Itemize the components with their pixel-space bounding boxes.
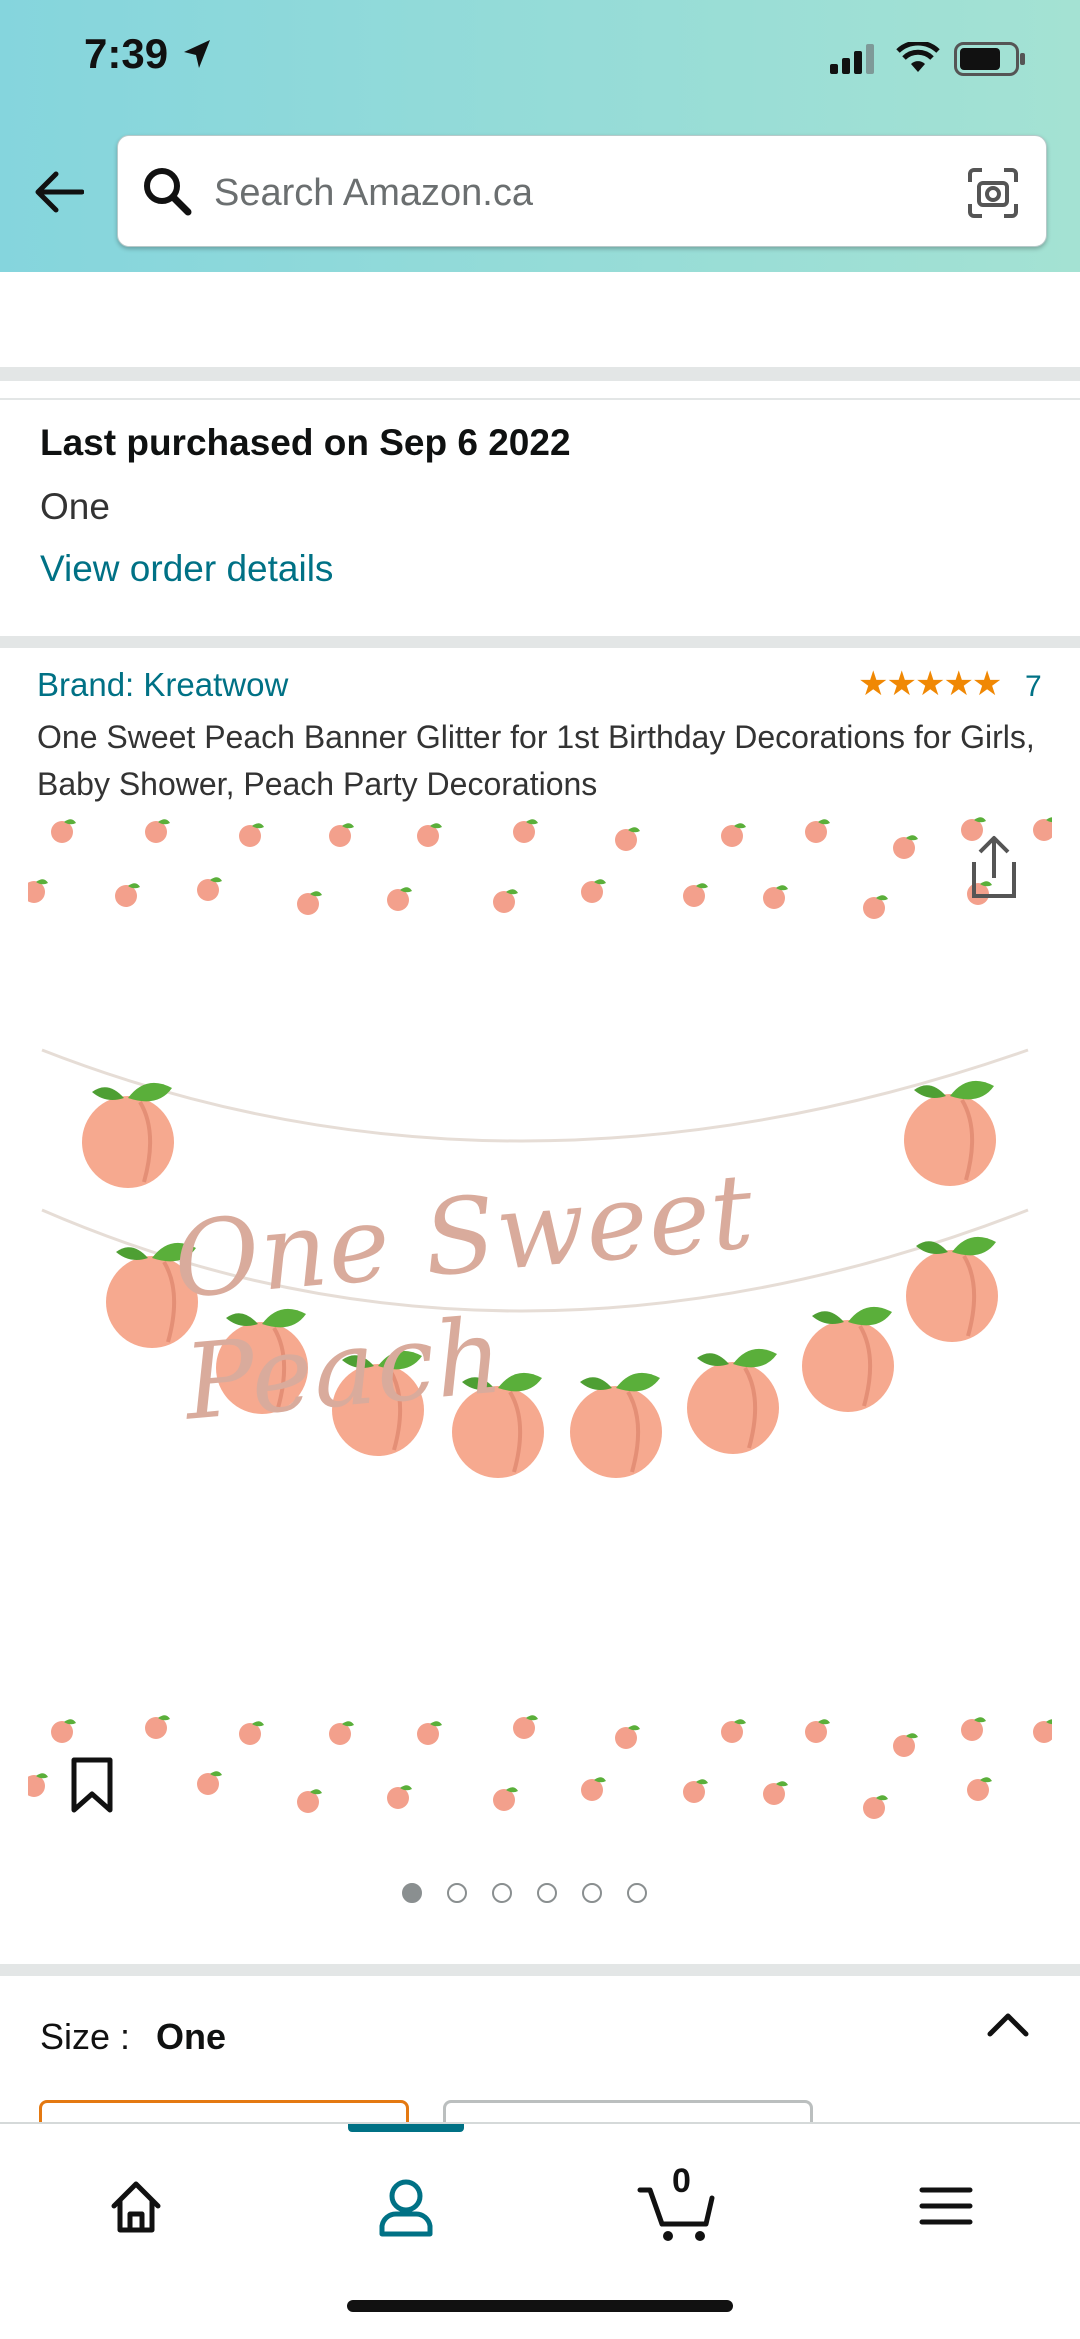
search-icon bbox=[144, 168, 192, 216]
section-divider bbox=[0, 367, 1080, 381]
carousel-dot[interactable] bbox=[627, 1883, 647, 1903]
camera-scan-icon[interactable] bbox=[966, 166, 1020, 220]
share-icon[interactable] bbox=[966, 832, 1022, 902]
signal-icon bbox=[830, 44, 874, 74]
size-label: Size : bbox=[40, 2016, 131, 2057]
section-divider bbox=[0, 398, 1080, 400]
location-arrow-icon bbox=[184, 40, 210, 68]
carousel-dot[interactable] bbox=[492, 1883, 512, 1903]
carousel-dot[interactable] bbox=[402, 1883, 422, 1903]
view-order-details-link[interactable]: View order details bbox=[40, 548, 333, 590]
status-time: 7:39 bbox=[84, 30, 169, 77]
nav-menu[interactable] bbox=[886, 2164, 1006, 2244]
nav-cart[interactable]: 0 bbox=[616, 2162, 736, 2244]
section-divider bbox=[0, 1964, 1080, 1976]
section-divider bbox=[0, 636, 1080, 648]
search-input[interactable]: Search Amazon.ca bbox=[117, 135, 1047, 247]
size-value: One bbox=[156, 2016, 227, 2057]
nav-home[interactable] bbox=[76, 2164, 196, 2244]
carousel-dot[interactable] bbox=[447, 1883, 467, 1903]
nav-account[interactable] bbox=[346, 2164, 466, 2244]
last-purchased-quantity: One bbox=[40, 486, 110, 527]
brand-link[interactable]: Brand: Kreatwow bbox=[37, 666, 288, 704]
bookmark-icon[interactable] bbox=[70, 1756, 114, 1814]
product-image[interactable]: One Sweet Peach bbox=[28, 812, 1052, 1832]
search-placeholder: Search Amazon.ca bbox=[214, 172, 533, 214]
active-tab-indicator bbox=[348, 2124, 464, 2132]
home-indicator bbox=[347, 2300, 733, 2312]
carousel-dot[interactable] bbox=[537, 1883, 557, 1903]
star-rating[interactable]: ★★★★★ bbox=[858, 664, 1002, 704]
carousel-dot[interactable] bbox=[582, 1883, 602, 1903]
battery-icon bbox=[954, 42, 1025, 76]
wifi-icon bbox=[896, 42, 940, 72]
back-arrow-icon[interactable] bbox=[32, 170, 84, 214]
account-icon bbox=[379, 2179, 433, 2237]
image-carousel-dots[interactable] bbox=[402, 1883, 672, 1909]
product-title: One Sweet Peach Banner Glitter for 1st B… bbox=[37, 719, 1035, 802]
last-purchased-title: Last purchased on Sep 6 2022 bbox=[40, 422, 571, 463]
chevron-up-icon[interactable] bbox=[986, 2010, 1030, 2040]
header: 7:39 Search Amazon.ca bbox=[0, 0, 1080, 272]
cart-count: 0 bbox=[672, 2162, 691, 2200]
rating-count[interactable]: 7 bbox=[1025, 670, 1042, 704]
home-icon bbox=[111, 2181, 161, 2233]
menu-icon bbox=[919, 2187, 973, 2225]
